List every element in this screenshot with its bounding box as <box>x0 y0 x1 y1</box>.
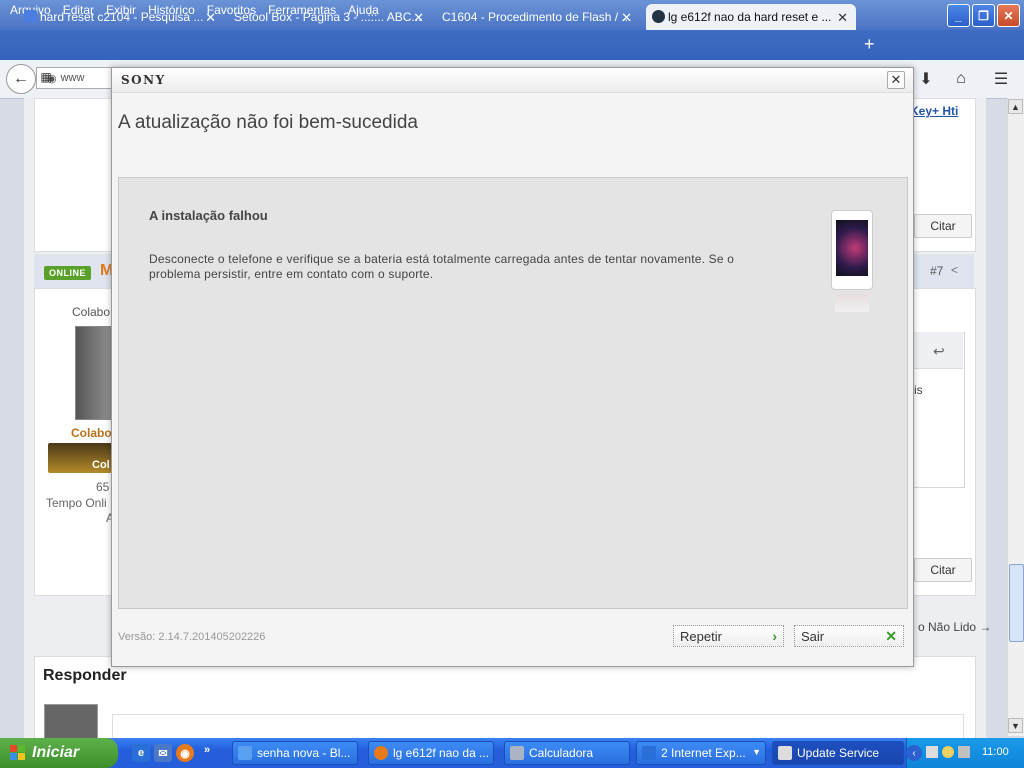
firefox-quicklaunch-icon[interactable]: ◉ <box>176 744 194 762</box>
taskbar-item-calculadora[interactable]: Calculadora <box>504 741 630 765</box>
user-rank: Colabo <box>71 426 112 440</box>
retry-button[interactable]: Repetir › <box>673 625 784 647</box>
message-panel: A instalação falhou Desconecte o telefon… <box>118 177 908 609</box>
hamburger-menu-icon[interactable]: ☰ <box>990 68 1012 90</box>
taskbar-item-ie-group[interactable]: 2 Internet Exp... ▼ <box>636 741 766 765</box>
dropdown-arrow-icon: ▼ <box>752 747 761 757</box>
restore-button[interactable]: ❐ <box>972 4 995 27</box>
retry-label: Repetir <box>680 628 722 644</box>
tab-1[interactable]: hard reset c2104 - Pesquisa ... ✕ <box>18 4 224 30</box>
new-tab-plus-icon[interactable]: + <box>864 34 875 55</box>
share-icon[interactable]: < <box>951 263 958 277</box>
taskbar-item-update-service[interactable]: Update Service <box>772 741 904 765</box>
rank-badge: Col <box>48 443 112 473</box>
error-heading: A instalação falhou <box>149 208 268 223</box>
tab-close-icon[interactable]: ✕ <box>413 10 424 26</box>
tab-4-active[interactable]: lg e612f nao da hard reset e ... ✕ <box>646 4 856 30</box>
update-dialog: SONY ✕ A atualização não foi bem-sucedid… <box>111 67 914 667</box>
sony-logo: SONY <box>121 73 166 87</box>
close-icon[interactable]: ✕ <box>887 71 905 89</box>
taskbar-item-senha[interactable]: senha nova - Bl... <box>232 741 358 765</box>
chevron-expand-icon[interactable]: » <box>204 744 210 756</box>
back-arrow-icon[interactable]: ← <box>6 64 36 94</box>
exit-button[interactable]: Sair ✕ <box>794 625 904 647</box>
taskbar-item-label: lg e612f nao da ... <box>393 746 490 760</box>
taskbar-item-label: Calculadora <box>529 746 594 760</box>
home-icon[interactable]: ⌂ <box>950 68 972 90</box>
ie-icon <box>642 746 656 760</box>
tray-expand-icon[interactable]: ‹ <box>906 745 922 761</box>
post-count: 65 <box>96 480 110 494</box>
x-icon: ✕ <box>885 628 897 644</box>
scrollbar-thumb[interactable] <box>1009 564 1024 642</box>
google-icon <box>24 10 37 23</box>
next-unread-link[interactable]: o Não Lido → <box>918 620 991 634</box>
clock: 11:00 <box>982 746 1009 758</box>
download-arrow-icon[interactable]: ⬇ <box>915 68 937 90</box>
tab-1-label: hard reset c2104 - Pesquisa ... <box>40 10 204 24</box>
quote-button[interactable]: Citar <box>914 558 972 582</box>
windows-logo-icon <box>10 745 26 761</box>
site-favicon-icon <box>652 10 665 23</box>
minimize-button[interactable]: _ <box>947 4 970 27</box>
error-message: Desconecte o telefone e verifique se a b… <box>149 252 735 281</box>
close-window-button[interactable]: ✕ <box>997 4 1020 27</box>
dialog-title: A atualização não foi bem-sucedida <box>118 112 418 133</box>
bookmarks-icon[interactable]: ▦ <box>36 67 56 87</box>
scroll-up-icon[interactable]: ▲ <box>1008 99 1023 114</box>
window-icon <box>238 746 252 760</box>
phone-reflection <box>835 294 869 312</box>
outlook-quicklaunch-icon[interactable]: ✉ <box>154 744 172 762</box>
tab-close-icon[interactable]: ✕ <box>205 10 216 26</box>
tab-3-label: C1604 - Procedimento de Flash / ... <box>442 10 632 24</box>
firefox-icon <box>374 746 388 760</box>
security-icon[interactable] <box>942 746 954 758</box>
tab-3[interactable]: C1604 - Procedimento de Flash / ... ✕ <box>434 4 640 30</box>
tab-2-label: Setool Box - Página 3 - ..:::.. ABC... <box>234 10 422 24</box>
ie-quicklaunch-icon[interactable]: e <box>132 744 150 762</box>
online-time-label: Tempo Onli <box>46 496 107 510</box>
tab-2[interactable]: Setool Box - Página 3 - ..:::.. ABC... ✕ <box>226 4 432 30</box>
tab-close-icon[interactable]: ✕ <box>621 10 632 26</box>
taskbar-item-firefox[interactable]: lg e612f nao da ... <box>368 741 494 765</box>
taskbar-item-label: 2 Internet Exp... <box>661 746 746 760</box>
phone-image <box>831 210 873 290</box>
version-label: Versão: 2.14.7.201405202226 <box>118 631 266 643</box>
quote-button[interactable]: Citar <box>914 214 972 238</box>
network-icon[interactable] <box>926 746 938 758</box>
start-label: Iniciar <box>32 744 80 761</box>
url-text: www <box>60 72 85 84</box>
chevron-right-icon: › <box>772 628 777 644</box>
online-badge: ONLINE <box>44 266 92 280</box>
scroll-down-icon[interactable]: ▼ <box>1008 718 1023 733</box>
calculator-icon <box>510 746 524 760</box>
post-number[interactable]: #7 <box>930 264 943 278</box>
dialog-header <box>112 68 913 93</box>
volume-icon[interactable] <box>958 746 970 758</box>
window-controls: _ ❐ ✕ <box>947 4 1020 27</box>
phone-screen <box>836 220 868 276</box>
sony-update-icon <box>778 746 792 760</box>
user-title: Colabo <box>72 305 111 319</box>
reply-arrow-icon[interactable]: ↩ <box>933 343 945 360</box>
tab-close-icon[interactable]: ✕ <box>837 10 848 26</box>
signature-link[interactable]: Key+ Hti <box>910 104 958 118</box>
taskbar-item-label: Update Service <box>797 746 880 760</box>
tab-4-label: lg e612f nao da hard reset e ... <box>668 10 832 24</box>
reply-heading: Responder <box>43 667 127 684</box>
quote-text: is <box>914 383 923 397</box>
taskbar-item-label: senha nova - Bl... <box>257 746 351 760</box>
rank-badge-text: Col <box>92 459 110 471</box>
exit-label: Sair <box>801 628 825 644</box>
